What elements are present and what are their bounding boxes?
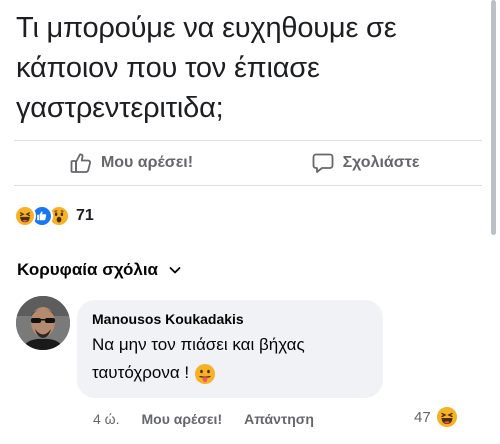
comment-reply-button[interactable]: Απάντηση bbox=[244, 411, 314, 427]
comment-reaction-count: 47 bbox=[414, 408, 431, 426]
comment-bubble-icon bbox=[312, 153, 333, 173]
thumbs-up-icon bbox=[70, 153, 91, 173]
top-comments-label: Κορυφαία σχόλια bbox=[17, 260, 159, 279]
comment-text: Να μην τον πιάσει και βήχας ταυτόχρονα ! bbox=[92, 331, 368, 387]
post-text-line-2: κάποιον που τον έπιασε bbox=[16, 52, 320, 84]
post-actions-bar: Μου αρέσει! Σχολιάστε bbox=[14, 141, 482, 185]
scrollbar[interactable] bbox=[491, 0, 496, 235]
reaction-count: 71 bbox=[76, 207, 94, 224]
like-button[interactable]: Μου αρέσει! bbox=[14, 141, 248, 185]
post-text-line-1: Τι μπορούμε να ευχηθουμε σε bbox=[16, 12, 397, 44]
comment-meta: 4 ώ. Μου αρέσει! Απάντηση bbox=[93, 411, 314, 427]
comment-button[interactable]: Σχολιάστε bbox=[248, 141, 482, 185]
comment-text-line-2: ταυτόχρονα ! bbox=[92, 363, 190, 382]
comment-button-label: Σχολιάστε bbox=[342, 154, 420, 171]
reactions-summary[interactable]: 71 bbox=[14, 203, 94, 229]
chevron-down-icon bbox=[169, 267, 181, 274]
comment-like-button[interactable]: Μου αρέσει! bbox=[142, 411, 223, 427]
comment-haha-reaction-icon bbox=[434, 405, 459, 429]
commenter-avatar[interactable] bbox=[16, 296, 70, 350]
top-comments-filter[interactable]: Κορυφαία σχόλια bbox=[17, 260, 182, 280]
tongue-out-emoji-icon bbox=[194, 363, 216, 385]
divider-bottom bbox=[14, 185, 482, 186]
commenter-name[interactable]: Manousos Koukadakis bbox=[92, 311, 368, 327]
post-text-line-3: γαστρεντεριτιδα; bbox=[16, 92, 224, 124]
comment-reactions[interactable]: 47 bbox=[414, 405, 459, 429]
like-button-label: Μου αρέσει! bbox=[100, 154, 194, 171]
post-text: Τι μπορούμε να ευχηθουμε σε κάποιον που … bbox=[16, 8, 476, 128]
haha-reaction-icon bbox=[14, 205, 36, 227]
comment-bubble: Manousos Koukadakis Να μην τον πιάσει κα… bbox=[77, 300, 383, 398]
comment-time: 4 ώ. bbox=[93, 411, 120, 427]
comment-text-line-1: Να μην τον πιάσει και βήχας bbox=[92, 335, 305, 354]
